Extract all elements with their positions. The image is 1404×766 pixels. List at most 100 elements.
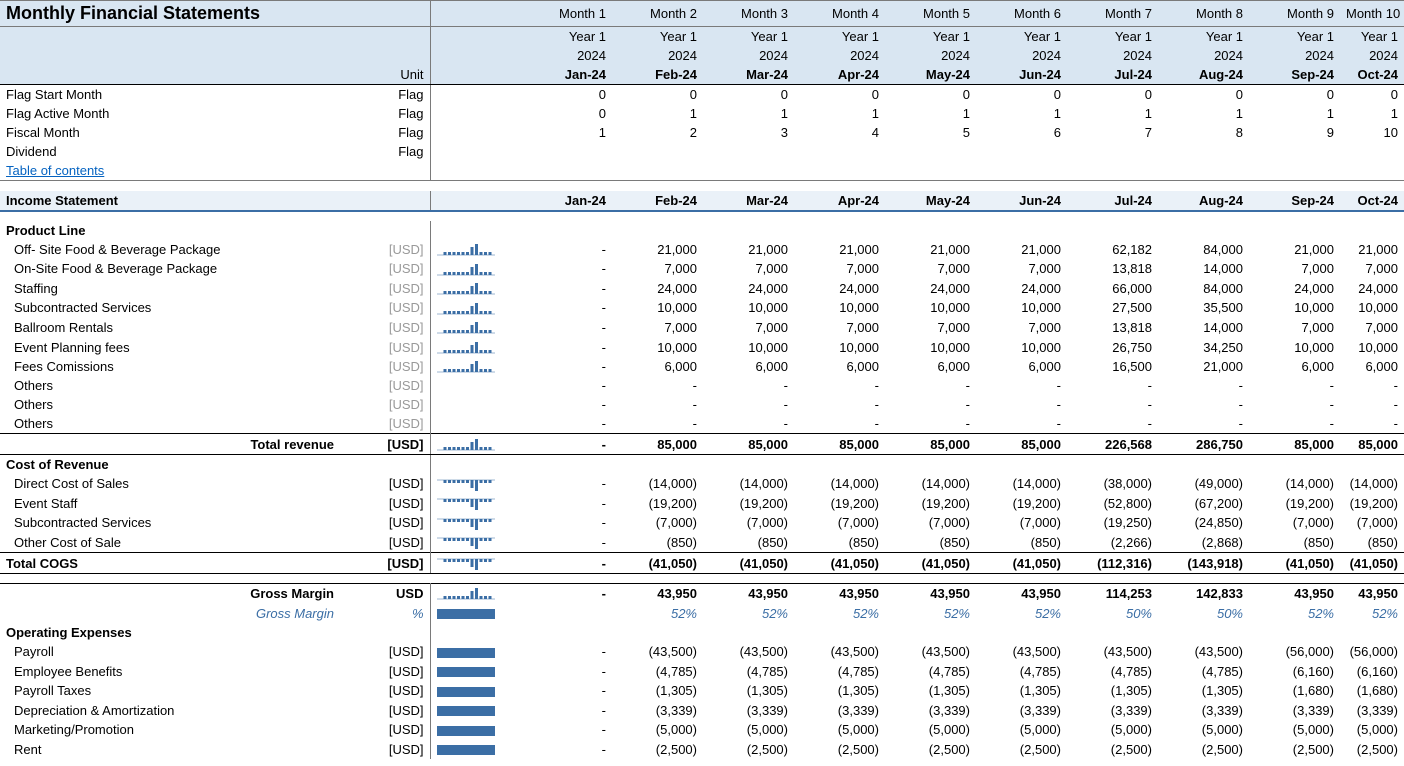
cell[interactable]: - [1249,395,1340,414]
cell[interactable] [1249,142,1340,161]
cell[interactable]: (850) [612,533,703,553]
cell[interactable] [1340,142,1404,161]
cell[interactable]: (41,050) [794,553,885,574]
cell[interactable]: 21,000 [703,240,794,260]
cell[interactable]: (850) [1249,533,1340,553]
cell[interactable]: - [521,279,612,299]
cell[interactable]: 52% [1340,603,1404,623]
cell[interactable]: (5,000) [976,720,1067,740]
cell[interactable]: 14,000 [1158,259,1249,279]
cell[interactable]: - [521,533,612,553]
cell[interactable]: 21,000 [612,240,703,260]
cell[interactable]: 0 [521,104,612,123]
cell[interactable]: (5,000) [1249,720,1340,740]
cell[interactable]: (4,785) [703,662,794,682]
cell[interactable]: 7,000 [1340,259,1404,279]
cell[interactable]: - [1158,376,1249,395]
cell[interactable]: 3 [703,123,794,142]
cell[interactable]: 142,833 [1158,583,1249,603]
cell[interactable] [1158,142,1249,161]
cell[interactable]: 0 [885,85,976,105]
cell[interactable]: 10,000 [703,337,794,357]
cell[interactable]: 85,000 [794,434,885,455]
cell[interactable]: 5 [885,123,976,142]
cell[interactable]: 21,000 [976,240,1067,260]
cell[interactable]: (7,000) [703,513,794,533]
cell[interactable]: (4,785) [794,662,885,682]
cell[interactable]: (7,000) [976,513,1067,533]
cell[interactable]: (1,305) [1158,681,1249,701]
cell[interactable]: (14,000) [1249,474,1340,494]
cell[interactable]: - [521,357,612,377]
cell[interactable]: (14,000) [612,474,703,494]
cell[interactable]: 27,500 [1067,298,1158,318]
cell[interactable]: - [521,513,612,533]
cell[interactable]: 7,000 [1340,318,1404,338]
cell[interactable] [612,142,703,161]
cell[interactable]: - [521,553,612,574]
cell[interactable]: - [703,414,794,434]
cell[interactable]: (56,000) [1340,642,1404,662]
cell[interactable]: (41,050) [1340,553,1404,574]
cell[interactable]: (6,160) [1340,662,1404,682]
cell[interactable]: (43,500) [1067,642,1158,662]
cell[interactable]: (7,000) [1340,513,1404,533]
cell[interactable]: (4,785) [976,662,1067,682]
cell[interactable]: (14,000) [703,474,794,494]
cell[interactable]: 10,000 [885,298,976,318]
cell[interactable]: 1 [1340,104,1404,123]
cell[interactable]: (43,500) [1158,642,1249,662]
cell[interactable]: - [703,376,794,395]
cell[interactable]: (3,339) [794,701,885,721]
cell[interactable]: 1 [1067,104,1158,123]
cell[interactable]: 10,000 [885,337,976,357]
cell[interactable]: (14,000) [885,474,976,494]
cell[interactable]: (19,200) [1249,494,1340,514]
cell[interactable]: - [521,434,612,455]
cell[interactable]: 10,000 [1249,337,1340,357]
cell[interactable]: 24,000 [703,279,794,299]
cell[interactable]: 21,000 [1158,357,1249,377]
cell[interactable]: 24,000 [1249,279,1340,299]
cell[interactable]: - [1067,414,1158,434]
cell[interactable]: (2,500) [1249,740,1340,760]
cell[interactable]: 7,000 [703,259,794,279]
cell[interactable]: (1,305) [612,681,703,701]
cell[interactable]: 7,000 [976,259,1067,279]
cell[interactable]: (38,000) [1067,474,1158,494]
cell[interactable]: 7,000 [1249,259,1340,279]
cell[interactable]: 6,000 [703,357,794,377]
cell[interactable]: (1,305) [794,681,885,701]
cell[interactable]: 24,000 [885,279,976,299]
cell[interactable]: 0 [612,85,703,105]
cell[interactable]: 43,950 [612,583,703,603]
cell[interactable]: (14,000) [1340,474,1404,494]
cell[interactable]: 43,950 [885,583,976,603]
cell[interactable]: 6,000 [1249,357,1340,377]
cell[interactable]: (7,000) [612,513,703,533]
cell[interactable]: 10,000 [794,337,885,357]
cell[interactable]: - [521,414,612,434]
cell[interactable]: (4,785) [1158,662,1249,682]
cell[interactable] [703,142,794,161]
cell[interactable]: 21,000 [885,240,976,260]
cell[interactable]: 4 [794,123,885,142]
cell[interactable]: 1 [976,104,1067,123]
cell[interactable]: (5,000) [612,720,703,740]
cell[interactable]: (41,050) [1249,553,1340,574]
cell[interactable]: 0 [1067,85,1158,105]
cell[interactable]: (5,000) [703,720,794,740]
cell[interactable]: 7,000 [794,259,885,279]
cell[interactable]: 52% [885,603,976,623]
cell[interactable]: (2,868) [1158,533,1249,553]
cell[interactable]: 6,000 [1340,357,1404,377]
cell[interactable]: - [1067,376,1158,395]
cell[interactable] [976,142,1067,161]
cell[interactable]: - [794,414,885,434]
cell[interactable]: - [521,583,612,603]
cell[interactable]: (3,339) [1340,701,1404,721]
cell[interactable]: 10,000 [1340,298,1404,318]
cell[interactable]: 52% [1249,603,1340,623]
cell[interactable]: 10,000 [976,298,1067,318]
cell[interactable]: - [521,494,612,514]
